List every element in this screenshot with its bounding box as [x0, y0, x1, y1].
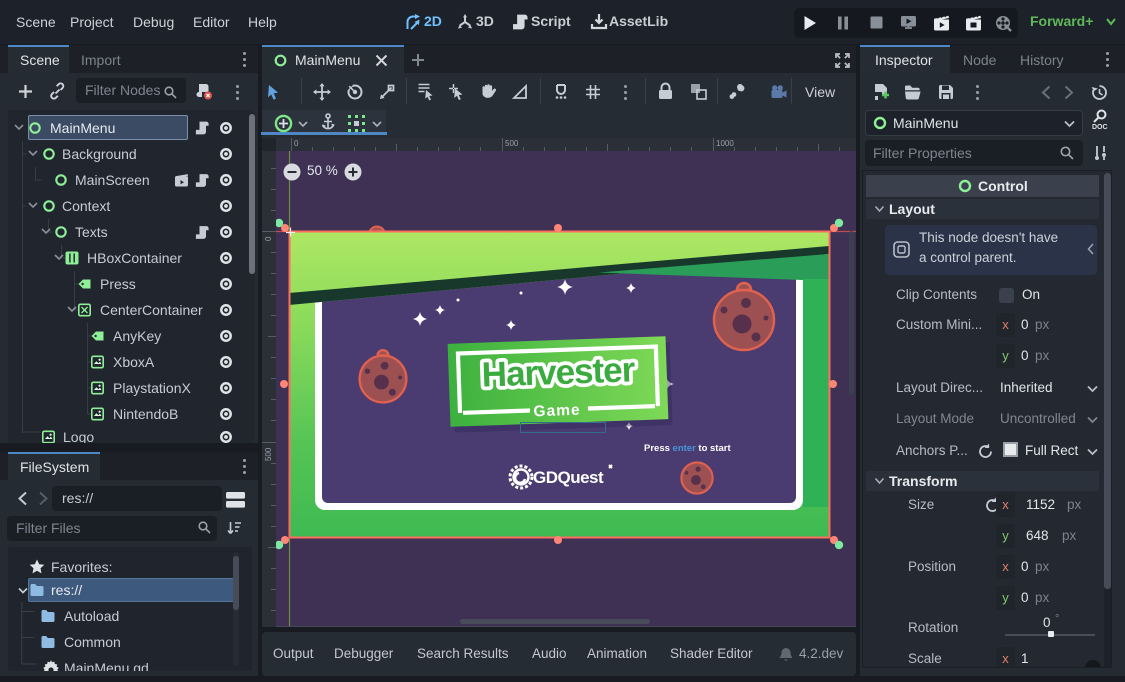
svg-text:0: 0 [294, 139, 299, 148]
svg-text:0: 0 [264, 236, 273, 241]
svg-text:500: 500 [264, 447, 273, 461]
svg-text:DOC: DOC [1092, 124, 1108, 131]
svg-text:1000: 1000 [716, 139, 734, 148]
svg-text:500: 500 [505, 139, 519, 148]
